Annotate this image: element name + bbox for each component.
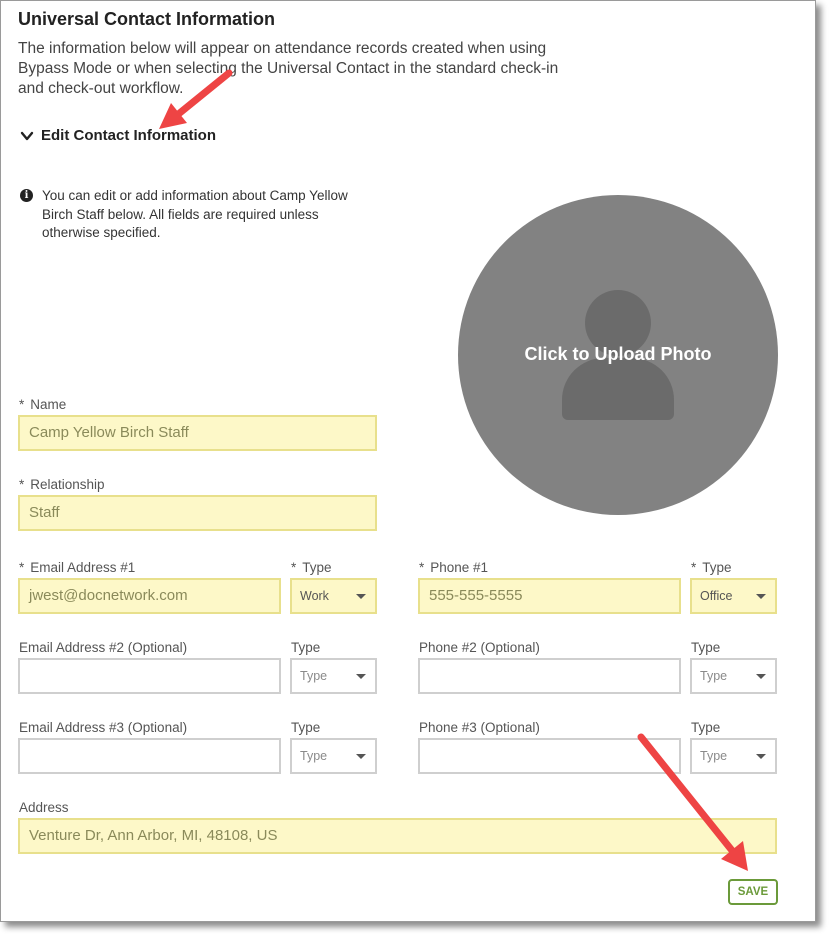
email1-label: * Email Address #1: [19, 560, 136, 575]
phone3-type-value: Type: [700, 749, 728, 763]
name-input[interactable]: Camp Yellow Birch Staff: [18, 415, 377, 451]
phone3-type-label: Type: [691, 720, 721, 735]
caret-down-icon: [356, 754, 366, 759]
email3-input[interactable]: [18, 738, 281, 774]
user-silhouette-body: [562, 358, 674, 420]
save-button[interactable]: SAVE: [728, 879, 778, 905]
phone2-type-label: Type: [691, 640, 721, 655]
caret-down-icon: [756, 594, 766, 599]
upload-photo-label: Click to Upload Photo: [524, 344, 712, 364]
relationship-label: * Relationship: [19, 477, 105, 492]
email2-type-select[interactable]: Type: [290, 658, 377, 694]
chevron-down-icon: [20, 131, 34, 140]
phone1-label: * Phone #1: [419, 560, 489, 575]
address-label: Address: [19, 800, 69, 815]
email3-label: Email Address #3 (Optional): [19, 720, 188, 735]
info-note: i You can edit or add information about …: [20, 187, 380, 243]
email3-type-value: Type: [300, 749, 328, 763]
phone3-input[interactable]: [418, 738, 681, 774]
phone1-type-select[interactable]: Office: [690, 578, 777, 614]
email2-type-label: Type: [291, 640, 321, 655]
email2-input[interactable]: [18, 658, 281, 694]
phone2-type-select[interactable]: Type: [690, 658, 777, 694]
phone1-type-label: * Type: [691, 560, 732, 575]
caret-down-icon: [356, 674, 366, 679]
upload-photo-button[interactable]: Click to Upload Photo: [458, 195, 778, 515]
phone2-input[interactable]: [418, 658, 681, 694]
phone1-type-value: Office: [700, 589, 733, 603]
section-description: The information below will appear on att…: [18, 40, 559, 97]
caret-down-icon: [756, 754, 766, 759]
email1-type-select[interactable]: Work: [290, 578, 377, 614]
caret-down-icon: [756, 674, 766, 679]
edit-contact-label: Edit Contact Information: [41, 127, 216, 144]
phone2-type-value: Type: [700, 669, 728, 683]
caret-down-icon: [356, 594, 366, 599]
info-text: You can edit or add information about Ca…: [42, 188, 348, 240]
email1-type-value: Work: [300, 589, 329, 603]
section-title: Universal Contact Information: [18, 9, 276, 29]
phone1-input[interactable]: 555-555-5555: [418, 578, 681, 614]
relationship-input[interactable]: Staff: [18, 495, 377, 531]
address-input[interactable]: Venture Dr, Ann Arbor, MI, 48108, US: [18, 818, 777, 854]
email2-label: Email Address #2 (Optional): [19, 640, 188, 655]
email3-type-label: Type: [291, 720, 321, 735]
info-icon: i: [20, 189, 33, 202]
email3-type-select[interactable]: Type: [290, 738, 377, 774]
edit-contact-toggle[interactable]: Edit Contact Information: [19, 127, 216, 144]
contact-info-panel: Universal Contact Information The inform…: [0, 0, 816, 922]
name-label: * Name: [19, 397, 67, 412]
email1-type-label: * Type: [291, 560, 332, 575]
phone3-label: Phone #3 (Optional): [419, 720, 540, 735]
phone2-label: Phone #2 (Optional): [419, 640, 540, 655]
email1-input[interactable]: jwest@docnetwork.com: [18, 578, 281, 614]
phone3-type-select[interactable]: Type: [690, 738, 777, 774]
email2-type-value: Type: [300, 669, 328, 683]
